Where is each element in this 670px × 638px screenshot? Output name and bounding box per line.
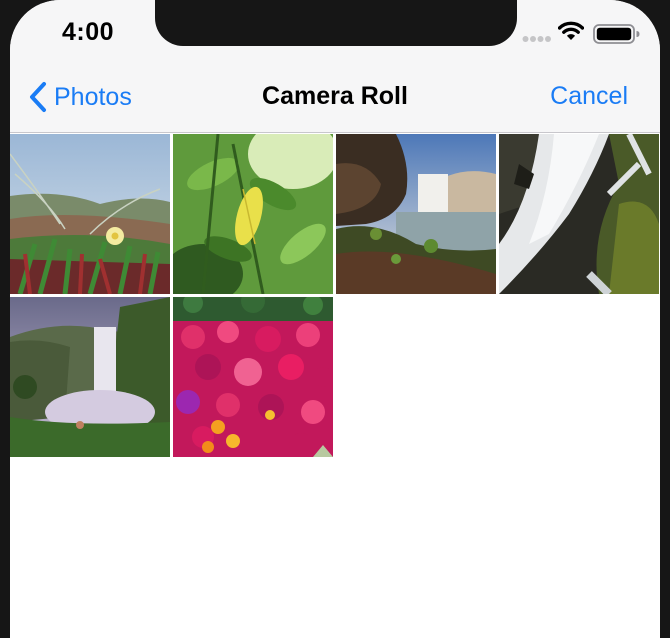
signal-dots-icon xyxy=(522,36,551,42)
wifi-icon xyxy=(558,21,584,40)
status-time: 4:00 xyxy=(62,18,115,46)
photo-thumbnail-waterfall-rocks[interactable] xyxy=(499,134,659,294)
phone-screen: 4:00 Photos Camera Roll Cancel xyxy=(10,0,660,638)
photo-thumbnail-waterfall-cliffs[interactable] xyxy=(336,134,496,294)
navigation-bar: Photos Camera Roll Cancel xyxy=(10,62,660,133)
photo-thumbnail-yellow-leaf[interactable] xyxy=(173,134,333,294)
photo-thumbnail-grass-flower[interactable] xyxy=(10,134,170,294)
status-bar: 4:00 xyxy=(10,0,660,62)
photo-grid xyxy=(10,134,660,457)
device-notch xyxy=(155,0,517,46)
photo-thumbnail-waterfall-valley[interactable] xyxy=(10,297,170,457)
photo-thumbnail-pink-flowers[interactable] xyxy=(173,297,333,457)
cancel-button[interactable]: Cancel xyxy=(550,82,628,111)
battery-icon xyxy=(593,24,640,44)
